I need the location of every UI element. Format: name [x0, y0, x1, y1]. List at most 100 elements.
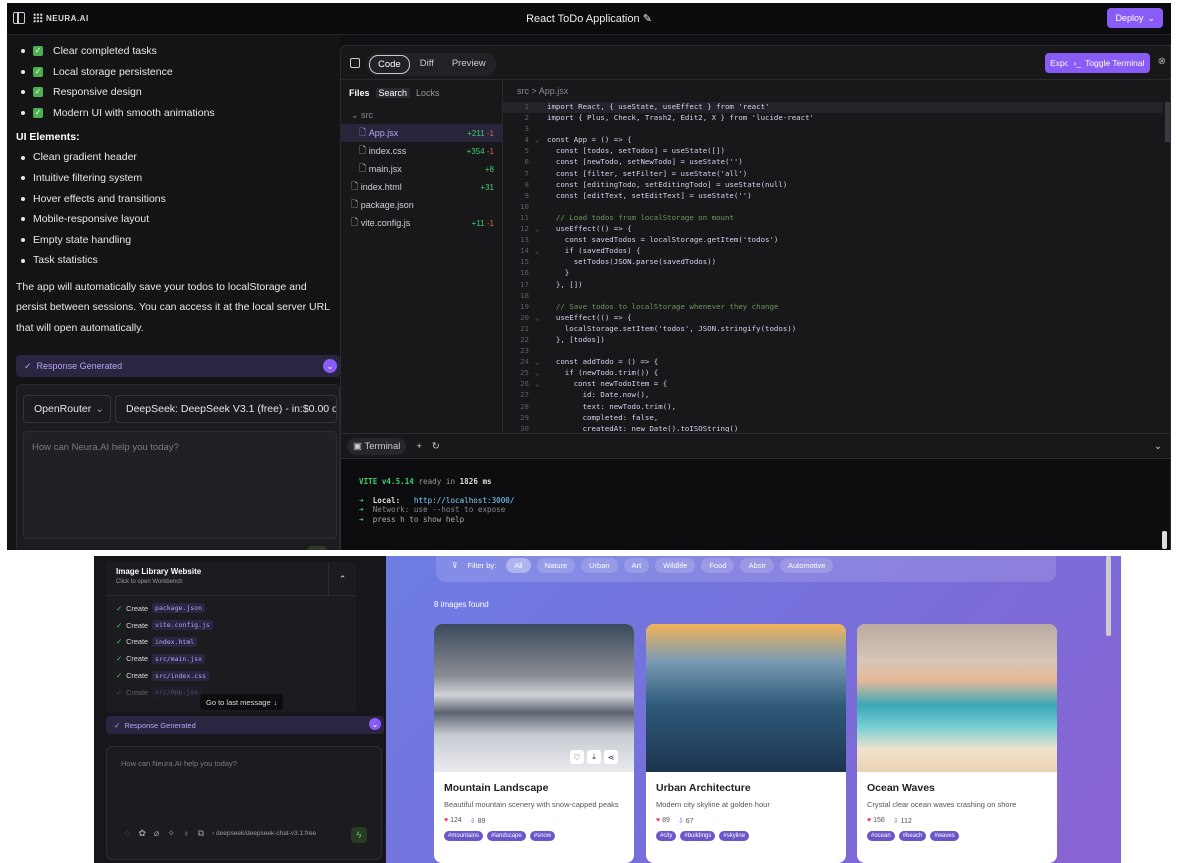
tab-files[interactable]: Files — [349, 88, 370, 98]
attach-icon[interactable]: ⌀ — [154, 828, 159, 839]
fold-icon[interactable] — [535, 335, 547, 346]
file-item[interactable]: 🗋 main.jsx +8 — [341, 160, 502, 178]
task-header[interactable]: Image Library Website Click to open Work… — [106, 562, 356, 596]
filter-chip[interactable]: Wildlife — [655, 557, 696, 573]
fold-icon[interactable] — [535, 257, 547, 268]
card-image[interactable] — [646, 624, 846, 772]
fold-icon[interactable] — [535, 191, 547, 202]
breadcrumb[interactable]: src > App.jsx — [503, 80, 1171, 102]
tab-diff[interactable]: Diff — [412, 55, 442, 74]
fold-icon[interactable] — [535, 146, 547, 157]
tag-chip[interactable]: #buildings — [680, 830, 716, 841]
filter-chip[interactable]: All — [506, 557, 531, 573]
response-generated-bar[interactable]: ✓ Response Generated ⌄ — [16, 355, 340, 377]
fold-icon[interactable] — [535, 235, 547, 246]
deploy-button[interactable]: Deploy ⌄ — [1107, 8, 1163, 28]
pencil-icon[interactable]: ✎ — [643, 13, 652, 25]
tag-chip[interactable]: #ocean — [867, 830, 895, 841]
tag-chip[interactable]: #snow — [529, 830, 556, 841]
card-image[interactable] — [857, 624, 1057, 772]
fold-icon[interactable] — [535, 413, 547, 424]
fold-icon[interactable]: ⌄ — [535, 357, 547, 368]
tag-chip[interactable]: #beach — [898, 830, 927, 841]
file-item[interactable]: 🗋 index.css +354 -1 — [341, 142, 502, 160]
fold-icon[interactable] — [535, 202, 547, 213]
chevron-down-icon[interactable]: ⌄ — [369, 718, 381, 730]
heart-icon[interactable]: ♡ — [570, 750, 584, 764]
step-file[interactable]: src/index.css — [152, 670, 209, 681]
chevron-up-icon[interactable]: ⌃ — [328, 562, 356, 596]
fold-icon[interactable] — [535, 102, 547, 113]
filter-chip[interactable]: Automotive — [779, 557, 834, 573]
image-card[interactable]: ♡ ⤓ ⋖ Mountain Landscape Beautiful mountain … — [434, 624, 634, 863]
prompt-input-2[interactable]: How can Neura.AI help you today? — [121, 759, 237, 768]
file-item[interactable]: 🗋 index.html +31 — [341, 178, 502, 196]
fold-icon[interactable] — [535, 346, 547, 357]
likes-stat[interactable]: ♥ 156 — [867, 817, 885, 825]
fold-icon[interactable]: ⌄ — [535, 379, 547, 390]
prompt-input[interactable]: How can Neura.AI help you today? — [23, 431, 337, 539]
tab-preview[interactable]: Preview — [444, 55, 494, 74]
filter-chip[interactable]: Urban — [581, 557, 618, 573]
send-button[interactable]: ϟ — [307, 546, 327, 550]
send-button-2[interactable]: ϟ — [351, 827, 367, 843]
brain-icon[interactable]: ✿ — [138, 828, 146, 839]
step-file[interactable]: package.json — [152, 603, 205, 614]
tag-chip[interactable]: #landscape — [487, 830, 526, 841]
share-icon[interactable]: ⋖ — [604, 750, 618, 764]
step-file[interactable]: src/App.jsx — [152, 687, 202, 698]
file-item[interactable]: 🗋 vite.config.js +11 -1 — [341, 214, 502, 232]
fold-icon[interactable] — [535, 169, 547, 180]
fold-icon[interactable] — [535, 390, 547, 401]
provider-select[interactable]: OpenRouter ⌄ — [23, 395, 111, 423]
fold-icon[interactable] — [535, 291, 547, 302]
filter-chip[interactable]: Nature — [536, 557, 576, 573]
filter-chip[interactable]: Abstr — [740, 557, 774, 573]
fold-icon[interactable] — [535, 157, 547, 168]
toggle-terminal-button[interactable]: ›_ Toggle Terminal — [1068, 53, 1150, 73]
fold-icon[interactable] — [535, 180, 547, 191]
terminal-scrollbar[interactable] — [1162, 531, 1167, 549]
go-to-last-message-button[interactable]: Go to last message ↓ — [200, 694, 284, 710]
screenshot-icon[interactable]: ⧉ — [198, 828, 204, 839]
fold-icon[interactable]: ⌄ — [535, 313, 547, 324]
chevron-down-icon[interactable]: ⌄ — [323, 359, 337, 373]
fold-icon[interactable]: ⌄ — [535, 135, 547, 146]
fold-icon[interactable]: ⌄ — [535, 246, 547, 257]
filter-chip[interactable]: Food — [701, 557, 735, 573]
fold-icon[interactable] — [535, 324, 547, 335]
filter-chip[interactable]: Art — [623, 557, 650, 573]
preview-scrollbar[interactable] — [1106, 556, 1111, 636]
panel-toggle-icon[interactable] — [350, 58, 360, 68]
add-terminal-icon[interactable]: + — [416, 441, 422, 452]
tab-code[interactable]: Code — [369, 55, 410, 74]
terminal-tab[interactable]: ▣ Terminal — [347, 437, 407, 455]
response-generated-bar-2[interactable]: ✓ Response Generated ⌄ — [106, 716, 384, 734]
task-card[interactable]: Image Library Website Click to open Work… — [106, 562, 356, 712]
fold-icon[interactable] — [535, 124, 547, 135]
file-item[interactable]: 🗋 package.json — [341, 196, 502, 214]
code-area[interactable]: 1 import React, { useState, useEffect } … — [503, 102, 1163, 432]
terminal-output[interactable]: VITE v4.5.14 ready in 1826 ms ➜ Local: h… — [341, 459, 1170, 550]
fold-icon[interactable]: ⌄ — [535, 224, 547, 235]
fold-icon[interactable] — [535, 302, 547, 313]
step-file[interactable]: src/main.jsx — [152, 653, 205, 664]
folder-src[interactable]: ⌄ src — [341, 106, 502, 124]
tag-chip[interactable]: #city — [656, 830, 677, 841]
fold-icon[interactable] — [535, 113, 547, 124]
fold-icon[interactable] — [535, 424, 547, 432]
tag-chip[interactable]: #skyline — [719, 830, 750, 841]
tab-search[interactable]: Search — [375, 88, 411, 98]
tab-locks[interactable]: Locks — [416, 88, 440, 98]
image-card[interactable]: Ocean Waves Crystal clear ocean waves cra… — [857, 624, 1057, 863]
fold-icon[interactable] — [535, 280, 547, 291]
tag-chip[interactable]: #waves — [930, 830, 959, 841]
step-file[interactable]: vite.config.js — [152, 620, 213, 631]
editor-scrollbar[interactable] — [1165, 102, 1170, 142]
fold-icon[interactable] — [535, 213, 547, 224]
model-select[interactable]: DeepSeek: DeepSeek V3.1 (free) - in:$0.0… — [115, 395, 337, 423]
likes-stat[interactable]: ♥ 89 — [656, 817, 670, 825]
fold-icon[interactable] — [535, 268, 547, 279]
image-card[interactable]: Urban Architecture Modern city skyline at… — [646, 624, 846, 863]
mic-icon[interactable]: ♁ — [183, 828, 190, 839]
